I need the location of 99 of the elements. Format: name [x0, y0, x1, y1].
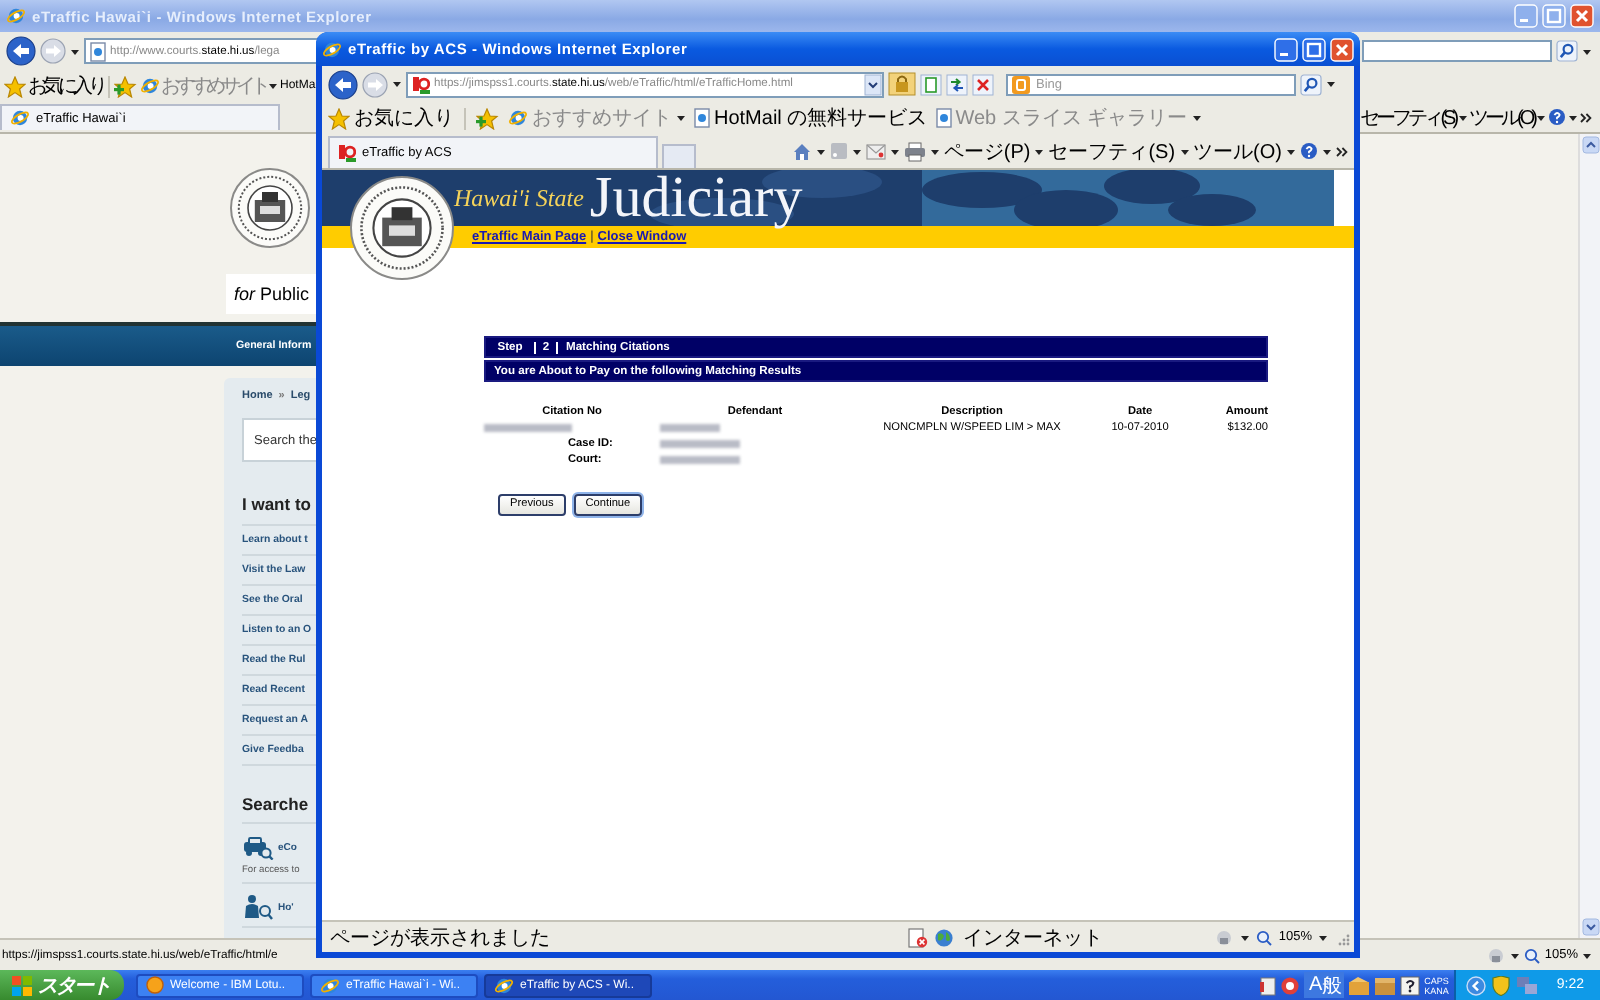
refresh-icon[interactable] [946, 73, 968, 95]
add-favorite-icon[interactable] [476, 107, 500, 129]
command-menu[interactable]: セーフティ(S) [1048, 137, 1176, 165]
shield-icon[interactable] [1492, 975, 1511, 995]
help-icon[interactable] [1300, 142, 1318, 160]
show-icons-button[interactable] [1466, 975, 1487, 995]
lock-icon[interactable] [888, 72, 916, 96]
zone-text: インターネット [962, 925, 1103, 951]
close-button[interactable] [1330, 37, 1354, 61]
zoom-icon[interactable] [1256, 929, 1273, 945]
page-icon [90, 41, 106, 61]
favorite-link[interactable]: HotMail の無料サービス [694, 104, 928, 132]
banner-subtitle: Hawai'i State [454, 183, 584, 213]
site-icon [338, 144, 356, 162]
home-icon[interactable] [791, 141, 812, 161]
stop-icon[interactable] [972, 73, 994, 95]
caret-icon[interactable] [1286, 147, 1296, 155]
caret-icon[interactable] [392, 80, 402, 88]
favorites-button[interactable]: お気に入り [328, 104, 454, 132]
search-button[interactable] [1300, 73, 1322, 95]
caret-icon[interactable] [1457, 113, 1468, 121]
command-menu[interactable]: ツール(O) [1193, 137, 1282, 165]
caret-icon[interactable] [851, 147, 862, 155]
seal-drawing [350, 176, 454, 280]
resize-grip-icon[interactable] [1334, 929, 1350, 945]
mail-icon[interactable] [865, 143, 886, 159]
section-heading: Searche [242, 794, 309, 814]
clipboard-icon [1260, 975, 1277, 995]
caret-icon[interactable] [1322, 147, 1332, 155]
section-heading: I want to [242, 494, 311, 514]
star-icon [328, 107, 350, 129]
caret-icon[interactable] [1568, 113, 1578, 121]
browser-icon [6, 6, 26, 26]
antivirus-icon[interactable] [1280, 975, 1301, 995]
caret-icon [1191, 114, 1202, 122]
star-icon [4, 75, 26, 97]
caret-icon[interactable] [1536, 113, 1546, 121]
car-search-icon [242, 834, 274, 860]
person-search-icon [242, 894, 274, 920]
caret-icon [676, 114, 686, 122]
search-field[interactable] [1362, 40, 1552, 62]
caret-icon[interactable] [1034, 147, 1045, 155]
globe-icon [934, 927, 955, 947]
seal-drawing [230, 168, 310, 248]
back-button[interactable] [328, 69, 358, 99]
site-icon [412, 75, 430, 93]
page-icon [694, 108, 710, 128]
ime-toolbar[interactable]: A般 [1304, 972, 1345, 998]
blurred-value [660, 439, 740, 447]
circle-logo-icon [146, 976, 164, 994]
toolbox-icon[interactable] [1348, 975, 1371, 995]
more-icon[interactable] [1580, 111, 1592, 123]
minimize-button[interactable] [1274, 37, 1298, 61]
command-menu[interactable]: ページ(P) [943, 137, 1031, 165]
caret-icon[interactable] [815, 147, 826, 155]
address-dropdown-button[interactable] [864, 73, 882, 95]
maximize-button[interactable] [1302, 37, 1326, 61]
caret-icon [268, 82, 278, 90]
scroll-down-button[interactable] [1581, 918, 1599, 936]
help-icon[interactable] [1400, 975, 1421, 995]
browser-icon [10, 108, 30, 128]
site-tagline: for Public [226, 274, 316, 314]
caret-icon[interactable] [889, 147, 900, 155]
more-icon[interactable] [1336, 145, 1348, 157]
blocked-icon[interactable] [908, 927, 929, 947]
scroll-up-button[interactable] [1581, 136, 1599, 154]
print-icon[interactable] [903, 141, 926, 161]
banner-title: Judiciary [589, 170, 803, 226]
zoom-icon[interactable] [1524, 947, 1541, 963]
favorites-button[interactable]: お気に入り [4, 72, 103, 100]
blurred-value [660, 423, 720, 431]
browser-icon [139, 76, 159, 96]
page-icon [935, 108, 952, 128]
status-text: ページが表示されました [330, 925, 550, 951]
caret-icon[interactable] [1318, 933, 1328, 941]
search-button[interactable] [1556, 40, 1578, 62]
back-button[interactable] [6, 36, 36, 66]
caret-icon[interactable] [1582, 47, 1592, 55]
compatibility-icon[interactable] [920, 73, 942, 95]
caret-icon[interactable] [1240, 933, 1251, 941]
browser-icon [494, 975, 514, 995]
caret-icon[interactable] [1326, 80, 1336, 88]
command-menu[interactable]: ツール(O) [1469, 103, 1534, 131]
caret-icon[interactable] [1582, 951, 1592, 959]
caret-icon[interactable] [929, 147, 940, 155]
browser-icon [508, 108, 528, 128]
browser-icon [322, 39, 342, 59]
add-favorite-icon[interactable] [113, 75, 137, 97]
caret-icon[interactable] [70, 47, 80, 55]
help-icon[interactable] [1548, 108, 1566, 126]
caret-icon[interactable] [1510, 951, 1521, 959]
caret-icon[interactable] [1179, 147, 1190, 155]
command-menu[interactable]: セーフティ(S) [1360, 103, 1456, 131]
windows-flag-icon [12, 975, 32, 995]
blurred-value [660, 455, 740, 463]
scrollbar[interactable] [1578, 134, 1600, 938]
search-provider-icon [1012, 75, 1030, 93]
browser-icon [320, 975, 340, 995]
blurred-value [484, 423, 572, 431]
